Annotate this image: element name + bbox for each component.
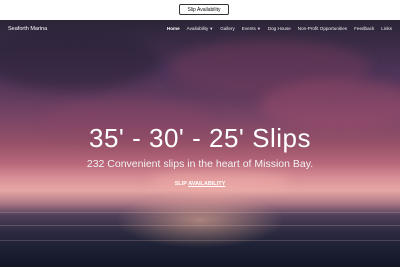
slip-availability-link[interactable]: SLIP AVAILABILITY xyxy=(0,181,400,187)
top-bar: Slip Availability xyxy=(0,0,400,20)
water-reflection xyxy=(0,212,400,213)
nav-item-links[interactable]: Links xyxy=(381,26,392,31)
link-prefix: SLIP xyxy=(174,181,187,187)
water-reflection xyxy=(0,225,400,226)
chevron-down-icon: ▼ xyxy=(209,26,214,31)
hero-subtitle: 232 Convenient slips in the heart of Mis… xyxy=(86,158,314,170)
chevron-down-icon: ▼ xyxy=(256,26,261,31)
nav-item-non-profit[interactable]: Non-Profit Opportunities xyxy=(298,26,347,31)
link-underlined: AVAILABILITY xyxy=(188,181,226,187)
site-brand[interactable]: Seaforth Marina xyxy=(8,26,47,32)
nav-item-dog-house[interactable]: Dog House xyxy=(268,26,291,31)
nav-item-feedback[interactable]: Feedback xyxy=(354,26,374,31)
hero-section: Seaforth Marina Home Availability▼ Galle… xyxy=(0,20,400,267)
water-reflection xyxy=(0,240,400,241)
nav-item-label: Events xyxy=(241,26,256,31)
hero-title: 35' - 30' - 25' Slips xyxy=(89,123,311,153)
slip-availability-button[interactable]: Slip Availability xyxy=(179,4,229,15)
nav-item-events[interactable]: Events▼ xyxy=(242,26,261,31)
nav-item-label: Availability xyxy=(186,26,209,31)
nav-item-gallery[interactable]: Gallery xyxy=(220,26,235,31)
main-nav: Home Availability▼ Gallery Events▼ Dog H… xyxy=(167,26,392,31)
nav-item-availability[interactable]: Availability▼ xyxy=(187,26,214,31)
cloud-shape xyxy=(0,30,160,90)
nav-item-home[interactable]: Home xyxy=(167,26,180,31)
